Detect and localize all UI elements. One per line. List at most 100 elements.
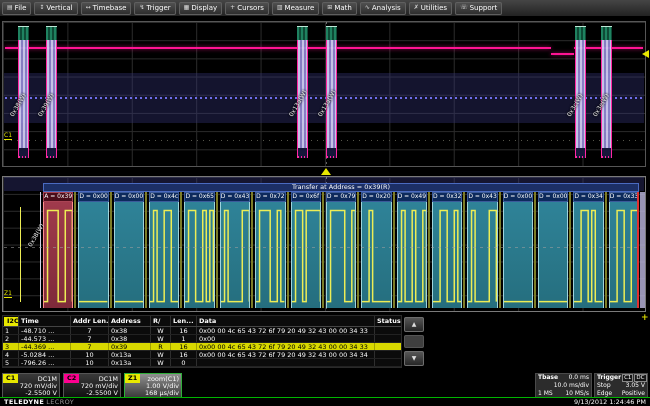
trigger-mode: Stop xyxy=(597,382,611,390)
c1-offset: -2.5500 V xyxy=(3,390,59,397)
datetime-label: 9/13/2012 1:24:46 PM xyxy=(574,398,646,406)
scroll-down-button[interactable]: ▼ xyxy=(404,351,424,366)
menu-button-math[interactable]: ⊞ Math xyxy=(322,2,357,15)
column-header-rw[interactable]: R/ xyxy=(151,316,171,326)
decode-byte-label: D = 0x43 xyxy=(467,192,497,202)
decode-byte-box: D = 0x33 xyxy=(609,192,639,308)
i2c-burst: 0x39(W) xyxy=(46,26,57,158)
decode-byte-box: D = 0x34 xyxy=(573,192,603,308)
cursors-icon: + xyxy=(230,5,235,11)
sda-waveform xyxy=(292,202,320,308)
menu-button-measure[interactable]: ▥ Measure xyxy=(272,2,319,15)
menu-button-cursors[interactable]: + Cursors xyxy=(225,2,269,15)
sda-waveform xyxy=(327,202,355,308)
c2-dotted-trace xyxy=(5,97,643,99)
decode-byte-label: D = 0x43 xyxy=(220,192,250,202)
column-header-data[interactable]: Data xyxy=(197,316,375,326)
decode-byte-box: D = 0x00 xyxy=(114,192,144,308)
sda-waveform xyxy=(468,202,496,308)
i2c-badge: I2C xyxy=(4,317,19,326)
trigger-coupling-badge: DC xyxy=(634,374,646,382)
column-header-len[interactable]: Len... xyxy=(171,316,197,326)
trigger-icon: ↯ xyxy=(139,5,144,11)
brand-secondary: LECROY xyxy=(46,398,74,406)
row-rw: W xyxy=(151,335,171,342)
column-header-addr-len[interactable]: Addr Len... xyxy=(71,316,109,326)
burst-cap xyxy=(575,26,586,40)
timebase-box[interactable]: Tbase0.0 ms 10.0 ms/div 1 MS10 MS/s xyxy=(535,373,592,398)
table-row[interactable]: 2 -44.573 ... 7 0x38 W 1 0x00 xyxy=(3,335,401,343)
row-number: 3 xyxy=(3,343,19,350)
row-time: -796.26 ... xyxy=(19,359,71,366)
timebase-scale: 10.0 ms/div xyxy=(554,382,589,390)
decode-byte-body xyxy=(255,202,285,308)
row-data: 0x00 00 4c 65 43 72 6f 79 20 49 32 43 00… xyxy=(197,327,375,334)
math-icon: ⊞ xyxy=(327,5,332,11)
menu-button-timebase[interactable]: ↔ Timebase xyxy=(81,2,132,15)
i2c-burst: 0x3e(W) xyxy=(601,26,612,158)
row-time: -5.0284 ... xyxy=(19,351,71,358)
sda-waveform xyxy=(574,202,602,308)
sda-waveform xyxy=(433,202,461,308)
table-row[interactable]: 4 -5.0284 ... 10 0x13a W 16 0x00 00 4c 6… xyxy=(3,351,401,359)
decode-byte-label: D = 0x65 xyxy=(184,192,214,202)
table-row[interactable]: 1 -48.710 ... 7 0x38 W 16 0x00 00 4c 65 … xyxy=(3,327,401,335)
measure-icon: ▥ xyxy=(277,5,283,11)
menu-label: Measure xyxy=(285,5,315,12)
table-add-icon[interactable]: + xyxy=(641,313,649,323)
row-addr-len: 10 xyxy=(71,359,109,366)
timebase-delay: 0.0 ms xyxy=(569,374,589,382)
menu-button-vertical[interactable]: ↕ Vertical xyxy=(34,2,77,15)
scrollbar-thumb[interactable] xyxy=(404,335,424,348)
decode-byte-label: D = 0x4c xyxy=(149,192,179,202)
decode-byte-box: D = 0x00 xyxy=(78,192,108,308)
column-header-address[interactable]: Address xyxy=(109,316,151,326)
scroll-up-button[interactable]: ▲ xyxy=(404,317,424,332)
zoom-grid: Transfer at Address = 0x39(R) A = 0x39 D… xyxy=(2,176,646,312)
decode-byte-label: D = 0x33 xyxy=(609,192,639,202)
burst-cap xyxy=(18,26,29,40)
burst-cap xyxy=(601,26,612,40)
sda-waveform xyxy=(185,202,213,308)
decode-byte-box: D = 0x6f xyxy=(291,192,321,308)
row-data: 0x00 00 4c 65 43 72 6f 79 20 49 32 43 00… xyxy=(197,351,375,358)
row-status xyxy=(375,351,401,358)
menu-button-support[interactable]: ☏ Support xyxy=(455,2,502,15)
column-header-time[interactable]: Time xyxy=(19,316,71,326)
menu-label: Trigger xyxy=(147,5,171,12)
menu-button-analysis[interactable]: ∿ Analysis xyxy=(360,2,406,15)
row-address: 0x39 xyxy=(109,343,151,350)
c2-descriptor-box[interactable]: C2 DC1M 720 mV/div -2.5500 V xyxy=(63,373,121,398)
trigger-source-badge: C1 xyxy=(622,374,633,382)
decode-byte-box: D = 0x00 xyxy=(503,192,533,308)
c1-trace-label: C1 xyxy=(4,133,12,140)
baseline-dots xyxy=(5,140,643,141)
trigger-box[interactable]: Trigger C1DC Stop3.05 V EdgePositive xyxy=(594,373,648,398)
trigger-position-marker[interactable] xyxy=(321,168,331,175)
row-address: 0x13a xyxy=(109,359,151,366)
menu-button-file[interactable]: ▤ File xyxy=(2,2,31,15)
decode-byte-box: D = 0x43 xyxy=(467,192,497,308)
menu-button-display[interactable]: ▦ Display xyxy=(179,2,222,15)
c1-descriptor-box[interactable]: C1 DC1M 720 mV/div -2.5500 V xyxy=(2,373,60,398)
decode-byte-body xyxy=(43,202,73,308)
vertical-icon: ↕ xyxy=(39,5,44,11)
menu-button-utilities[interactable]: ✗ Utilities xyxy=(409,2,452,15)
sda-waveform xyxy=(79,202,107,308)
end-burst-column xyxy=(640,192,645,308)
decode-byte-box: D = 0x00 xyxy=(538,192,568,308)
menu-button-trigger[interactable]: ↯ Trigger xyxy=(134,2,175,15)
table-row[interactable]: 3 -44.369 ... 7 0x39 R 16 0x00 00 4c 65 … xyxy=(3,343,401,351)
z1-descriptor-box[interactable]: Z1 zoom(C1) 1.00 V/div 168 µs/div xyxy=(124,373,182,398)
decode-byte-body xyxy=(397,202,427,308)
row-rw: R xyxy=(151,343,171,350)
start-condition-line xyxy=(40,192,41,308)
file-icon: ▤ xyxy=(7,5,13,11)
transfer-header: Transfer at Address = 0x39(R) xyxy=(43,183,639,192)
table-row[interactable]: 5 -796.26 ... 10 0x13a W 0 xyxy=(3,359,401,367)
trigger-level-marker[interactable] xyxy=(642,50,649,58)
row-time: -44.573 ... xyxy=(19,335,71,342)
column-header-status[interactable]: Status xyxy=(375,316,401,326)
timebase-icon: ↔ xyxy=(86,5,91,11)
decode-byte-label: D = 0x49 xyxy=(397,192,427,202)
